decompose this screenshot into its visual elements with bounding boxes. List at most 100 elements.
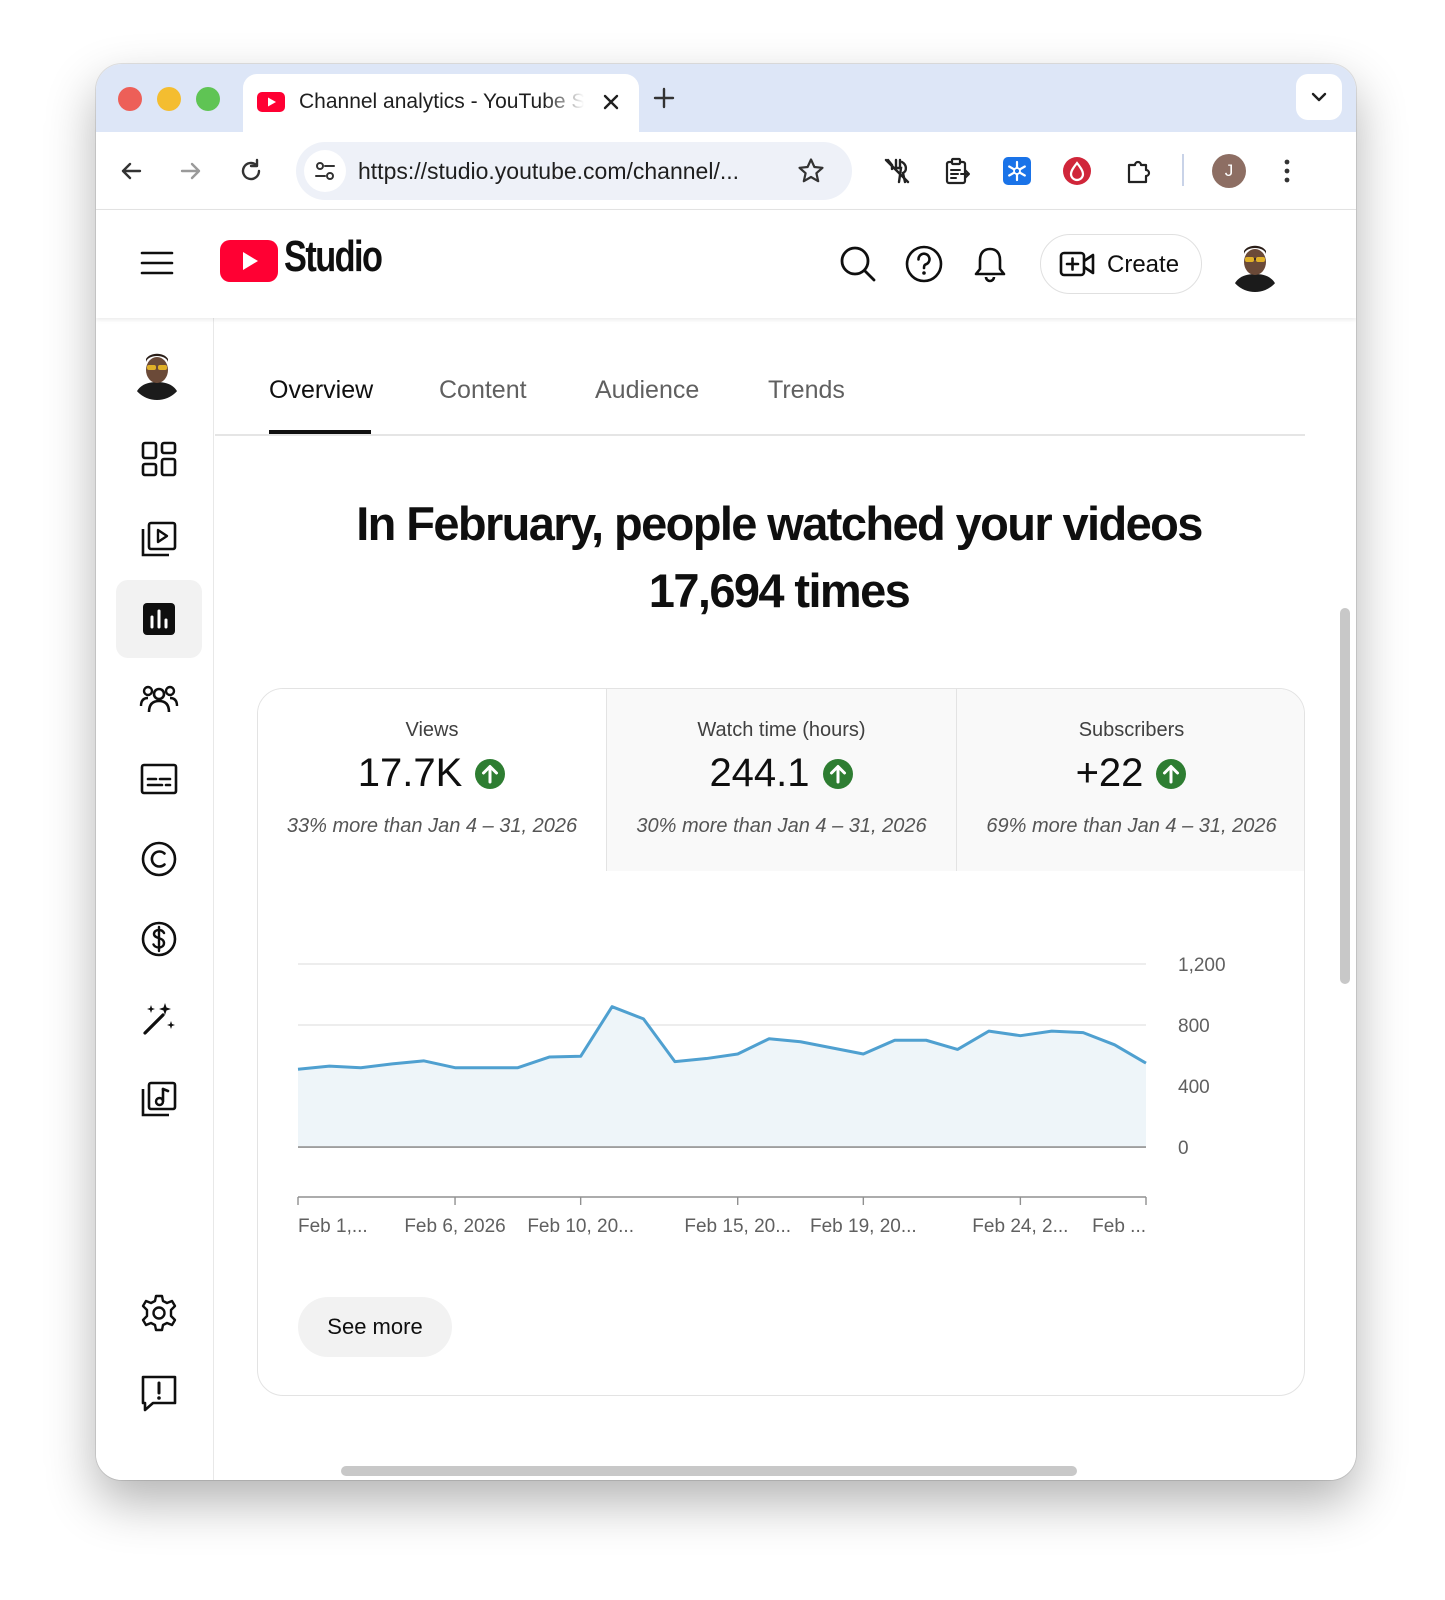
headline-line-2: 17,694 times — [648, 564, 911, 617]
more-vertical-icon — [1284, 159, 1290, 183]
horizontal-scrollbar[interactable] — [341, 1466, 1077, 1476]
metric-comparison: 30% more than Jan 4 – 31, 2026 — [636, 815, 927, 837]
browser-window: Channel analytics - YouTube Studio — [96, 64, 1356, 1480]
left-nav — [96, 318, 214, 1480]
arrow-right-icon — [180, 162, 201, 180]
account-avatar[interactable] — [1228, 238, 1282, 292]
nav-customization[interactable] — [116, 980, 202, 1058]
browser-profile-button[interactable]: J — [1212, 154, 1246, 188]
close-tab-icon[interactable] — [599, 90, 623, 114]
metric-value: 244.1 — [709, 751, 810, 795]
search-icon[interactable] — [838, 244, 878, 284]
metric-watch-time[interactable]: Watch time (hours) 244.1 30% more than J… — [606, 689, 956, 871]
studio-header: Studio Create — [96, 210, 1356, 318]
nav-content[interactable] — [116, 500, 202, 578]
browser-menu-button[interactable] — [1272, 156, 1302, 186]
channel-avatar[interactable] — [130, 346, 184, 400]
nav-community[interactable] — [116, 660, 202, 738]
series-area — [298, 1006, 1146, 1147]
extension-a-button[interactable] — [882, 156, 912, 186]
browser-toolbar: https://studio.youtube.com/channel/... J — [96, 132, 1356, 210]
trend-up-icon — [1156, 758, 1187, 789]
close-window-button[interactable] — [118, 87, 142, 111]
nav-copyright[interactable] — [116, 820, 202, 898]
metric-value-row: +22 — [957, 751, 1304, 796]
nav-settings[interactable] — [116, 1274, 202, 1352]
tab-audience[interactable]: Audience — [595, 376, 699, 405]
hamburger-menu-icon[interactable] — [140, 248, 174, 278]
drop-extension-icon — [1063, 157, 1091, 185]
video-add-icon — [1059, 251, 1095, 277]
create-button[interactable]: Create — [1040, 234, 1202, 294]
metric-label: Subscribers — [1078, 719, 1185, 741]
extension-c-button[interactable] — [1002, 156, 1032, 186]
nav-dashboard[interactable] — [116, 420, 202, 498]
vertical-scrollbar[interactable] — [1340, 608, 1350, 984]
nav-subtitles[interactable] — [116, 740, 202, 818]
studio-logo-text[interactable]: Studio — [284, 232, 383, 282]
browser-tab[interactable]: Channel analytics - YouTube Studio — [243, 74, 639, 132]
magic-wand-icon — [143, 1003, 175, 1035]
community-icon — [139, 685, 179, 713]
see-more-button[interactable]: See more — [298, 1297, 452, 1357]
y-tick-label: 400 — [1178, 1077, 1210, 1098]
tab-overview[interactable]: Overview — [269, 376, 373, 405]
trend-up-icon — [822, 758, 853, 789]
x-tick-label: Feb 1,... — [298, 1216, 368, 1237]
bookmark-star-icon[interactable] — [796, 156, 826, 186]
tab-content[interactable]: Content — [439, 376, 527, 405]
page-headline: In February, people watched your videos … — [269, 490, 1289, 624]
tools-off-icon — [884, 158, 910, 184]
extension-d-button[interactable] — [1062, 156, 1092, 186]
nav-earn[interactable] — [116, 900, 202, 978]
metric-value-row: 244.1 — [607, 751, 956, 796]
nav-analytics[interactable] — [116, 580, 202, 658]
notifications-bell-icon[interactable] — [970, 244, 1010, 284]
overview-card: Views 17.7K 33% more than Jan 4 – 31, 20… — [257, 688, 1305, 1396]
new-tab-icon[interactable] — [650, 84, 678, 112]
metric-value: 17.7K — [357, 751, 463, 795]
tab-search-button[interactable] — [1296, 74, 1342, 120]
metric-label: Watch time (hours) — [697, 719, 866, 741]
site-info-button[interactable] — [304, 150, 346, 192]
help-icon[interactable] — [904, 244, 944, 284]
x-tick-label: Feb ... — [1092, 1216, 1146, 1237]
dollar-icon — [141, 921, 177, 957]
metric-subscribers[interactable]: Subscribers +22 69% more than Jan 4 – 31… — [956, 689, 1304, 871]
views-chart[interactable]: 0 400 800 1,200 Feb 1,... Feb 6, 2026 Feb 10, … — [258, 871, 1305, 1291]
metric-comparison: 69% more than Jan 4 – 31, 2026 — [986, 815, 1277, 837]
nav-audio-library[interactable] — [116, 1060, 202, 1138]
subtitles-icon — [140, 763, 178, 795]
metric-value: +22 — [1075, 751, 1144, 795]
video-library-icon — [141, 521, 177, 557]
tab-title: Channel analytics - YouTube Studio — [299, 90, 584, 113]
address-bar[interactable]: https://studio.youtube.com/channel/... — [296, 142, 852, 200]
avatar-image — [1228, 238, 1282, 292]
forward-button[interactable] — [176, 156, 206, 186]
minimize-window-button[interactable] — [157, 87, 181, 111]
x-tick-label: Feb 19, 20... — [810, 1216, 917, 1237]
tab-trends[interactable]: Trends — [768, 376, 845, 405]
clipboard-icon — [945, 157, 970, 185]
tab-strip: Channel analytics - YouTube Studio — [96, 64, 1356, 132]
metric-value-row: 17.7K — [258, 751, 606, 796]
extensions-button[interactable] — [1124, 156, 1154, 186]
active-tab-indicator — [269, 430, 371, 434]
metric-comparison: 33% more than Jan 4 – 31, 2026 — [286, 815, 578, 837]
metric-label: Views — [405, 719, 459, 741]
chevron-down-icon — [1311, 92, 1327, 102]
trend-up-icon — [475, 758, 506, 789]
tune-icon — [315, 162, 335, 180]
reload-button[interactable] — [236, 156, 266, 186]
metric-views[interactable]: Views 17.7K 33% more than Jan 4 – 31, 20… — [258, 689, 606, 871]
reload-icon — [241, 158, 261, 181]
extension-b-button[interactable] — [942, 156, 972, 186]
analytics-icon — [143, 603, 175, 635]
url-text[interactable]: https://studio.youtube.com/channel/... — [358, 158, 788, 185]
nav-feedback[interactable] — [116, 1354, 202, 1432]
maximize-window-button[interactable] — [196, 87, 220, 111]
youtube-logo-icon[interactable] — [220, 240, 278, 282]
y-tick-label: 1,200 — [1178, 955, 1226, 976]
x-tick-label: Feb 15, 20... — [684, 1216, 791, 1237]
back-button[interactable] — [116, 156, 146, 186]
